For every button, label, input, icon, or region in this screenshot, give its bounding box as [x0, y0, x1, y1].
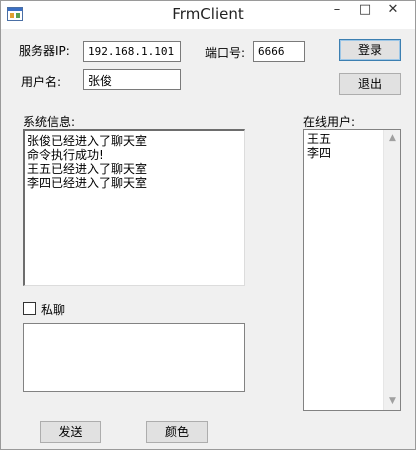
log-line: 王五已经进入了聊天室 [27, 162, 148, 176]
scroll-down-icon[interactable]: ▼ [384, 393, 401, 410]
frmclient-window: FrmClient – □ ✕ 服务器IP: 192.168.1.101 端口号… [0, 0, 416, 450]
close-icon[interactable]: ✕ [379, 1, 407, 21]
online-users-list[interactable]: 王五 李四 ▲ ▼ [303, 129, 401, 411]
message-input[interactable] [23, 323, 245, 392]
send-button[interactable]: 发送 [40, 421, 101, 443]
server-ip-label: 服务器IP: [19, 44, 70, 58]
system-info-label: 系统信息: [23, 115, 76, 129]
color-button[interactable]: 颜色 [146, 421, 208, 443]
minimize-icon[interactable]: – [323, 1, 351, 21]
username-input[interactable]: 张俊 [83, 69, 181, 90]
system-info-log[interactable]: 张俊已经进入了聊天室 命令执行成功! 王五已经进入了聊天室 李四已经进入了聊天室 [23, 129, 245, 286]
maximize-icon[interactable]: □ [351, 1, 379, 21]
log-line: 张俊已经进入了聊天室 [27, 134, 148, 148]
private-chat-label: 私聊 [41, 303, 66, 317]
login-button[interactable]: 登录 [339, 39, 401, 61]
port-input[interactable]: 6666 [253, 41, 305, 62]
log-line: 李四已经进入了聊天室 [27, 176, 148, 190]
title-bar[interactable]: FrmClient – □ ✕ [1, 1, 415, 29]
scroll-up-icon[interactable]: ▲ [384, 130, 401, 147]
port-label: 端口号: [205, 46, 246, 60]
online-users-label: 在线用户: [303, 115, 356, 129]
private-chat-checkbox[interactable] [23, 302, 36, 315]
log-line: 命令执行成功! [27, 148, 104, 162]
username-label: 用户名: [21, 75, 62, 89]
logout-button[interactable]: 退出 [339, 73, 401, 95]
user-list-scrollbar[interactable]: ▲ ▼ [383, 130, 400, 410]
server-ip-input[interactable]: 192.168.1.101 [83, 41, 181, 62]
